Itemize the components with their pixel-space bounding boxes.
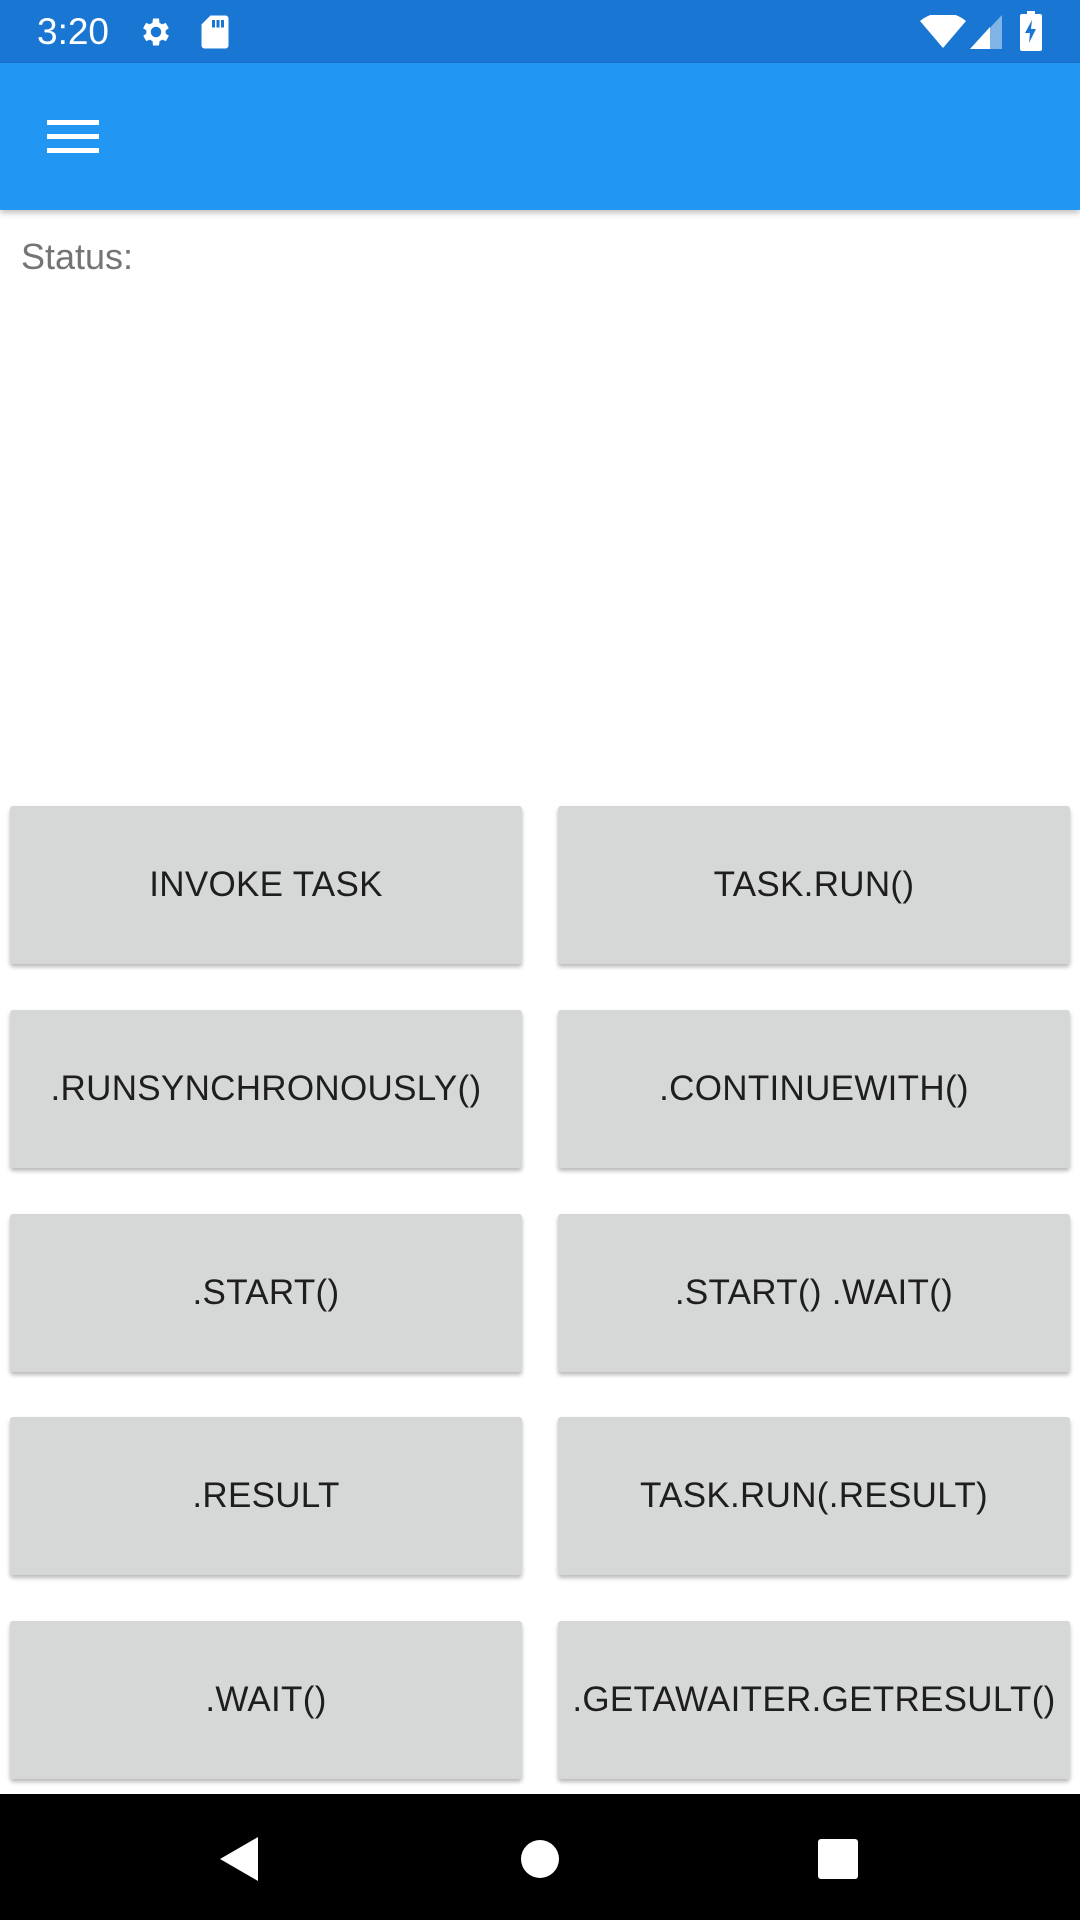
battery-charging-icon <box>1020 11 1042 51</box>
status-bar: 3:20 <box>0 0 1080 63</box>
app-screen: 3:20 Status: INVOKE TASK TASK.RUN() .RUN… <box>0 0 1080 1920</box>
wifi-icon <box>920 12 966 49</box>
invoke-task-button[interactable]: INVOKE TASK <box>10 806 522 964</box>
get-awaiter-get-result-button[interactable]: .GETAWAITER.GETRESULT() <box>558 1621 1070 1779</box>
status-time: 3:20 <box>37 11 110 52</box>
start-wait-button[interactable]: .START() .WAIT() <box>558 1214 1070 1372</box>
continue-with-button[interactable]: .CONTINUEWITH() <box>558 1010 1070 1168</box>
sd-card-icon <box>200 14 230 50</box>
wait-button[interactable]: .WAIT() <box>10 1621 522 1779</box>
recents-icon <box>818 1839 858 1879</box>
navigation-bar <box>0 1794 1080 1920</box>
gear-icon <box>138 14 174 50</box>
status-label: Status: <box>21 236 134 277</box>
home-button[interactable] <box>512 1831 568 1887</box>
result-button[interactable]: .RESULT <box>10 1417 522 1575</box>
recents-button[interactable] <box>810 1831 866 1887</box>
app-bar <box>0 63 1080 210</box>
home-icon <box>521 1840 559 1878</box>
task-run-result-button[interactable]: TASK.RUN(.RESULT) <box>558 1417 1070 1575</box>
task-run-button[interactable]: TASK.RUN() <box>558 806 1070 964</box>
start-button[interactable]: .START() <box>10 1214 522 1372</box>
run-synchronously-button[interactable]: .RUNSYNCHRONOUSLY() <box>10 1010 522 1168</box>
hamburger-menu-button[interactable] <box>30 101 116 173</box>
back-icon <box>220 1837 258 1881</box>
signal-icon <box>970 15 1002 49</box>
hamburger-menu-icon <box>47 120 99 153</box>
back-button[interactable] <box>212 1831 268 1887</box>
